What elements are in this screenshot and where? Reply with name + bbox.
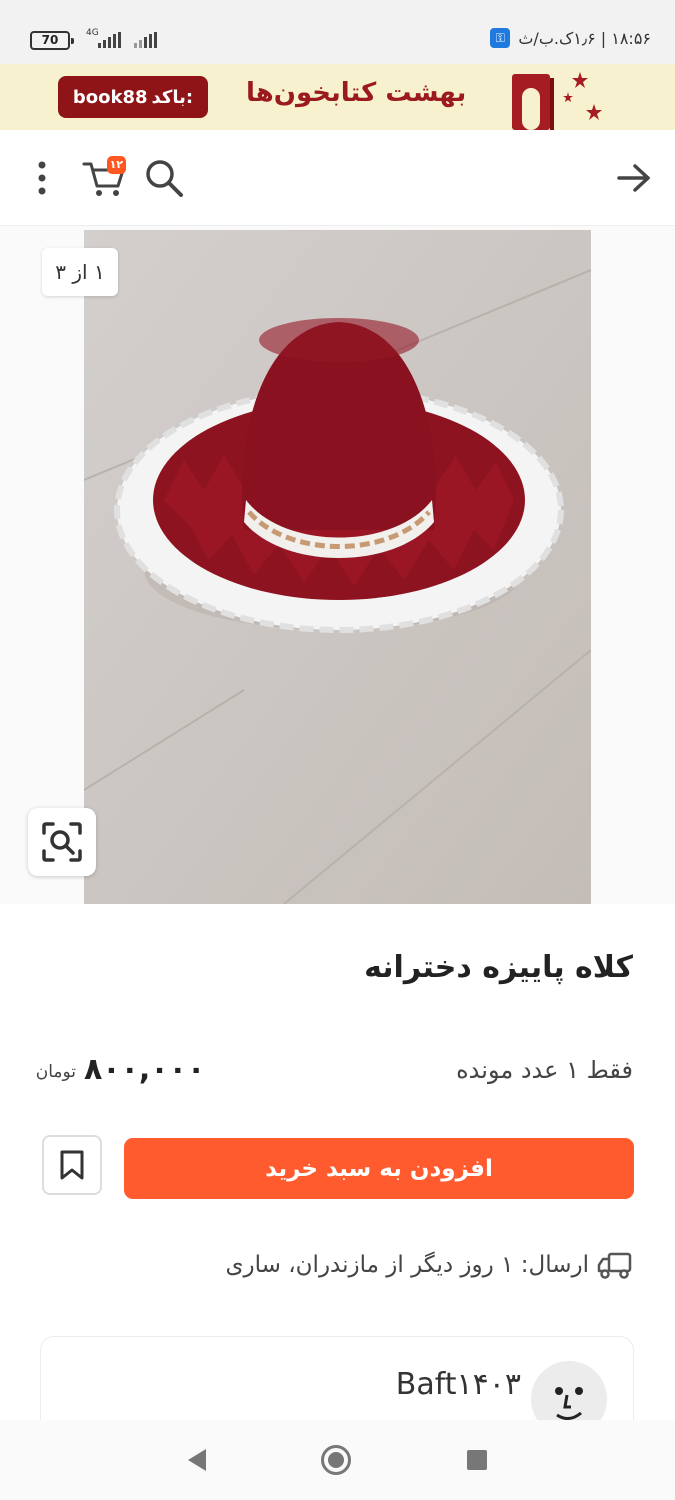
nav-recents-icon[interactable] bbox=[467, 1450, 488, 1470]
product-gallery[interactable]: ۱ از ۳ bbox=[0, 226, 675, 904]
image-counter: ۱ از ۳ bbox=[42, 248, 118, 296]
cart-button[interactable]: ۱۲ bbox=[80, 154, 128, 202]
product-title: کلاه پاییزه دخترانه bbox=[364, 950, 633, 985]
cart-count-badge: ۱۲ bbox=[106, 156, 126, 174]
bookmark-icon bbox=[60, 1150, 84, 1180]
bookmark-button[interactable] bbox=[42, 1135, 102, 1195]
top-app-bar: ۱۲ bbox=[0, 130, 675, 226]
more-options-icon[interactable] bbox=[18, 154, 66, 202]
banner-title: بهشت کتابخون‌ها bbox=[246, 78, 467, 108]
promo-banner[interactable]: book88 باکد: بهشت کتابخون‌ها bbox=[0, 64, 675, 130]
signal-icon bbox=[98, 32, 121, 48]
status-time: ۱۸:۵۶ | ۱٫۶ک.ب/ث ⚿ bbox=[490, 28, 651, 48]
status-bar: 70 4G ۱۸:۵۶ | ۱٫۶ک.ب/ث ⚿ bbox=[0, 0, 675, 64]
system-navigation-bar bbox=[0, 1420, 675, 1500]
shipping-info: ارسال: ۱ روز دیگر از مازندران، ساری bbox=[226, 1250, 633, 1280]
battery-icon: 70 bbox=[30, 31, 74, 50]
product-image[interactable] bbox=[84, 230, 591, 904]
shipping-text: ارسال: ۱ روز دیگر از مازندران، ساری bbox=[225, 1252, 589, 1278]
nav-back-icon[interactable] bbox=[187, 1449, 206, 1471]
add-to-cart-button[interactable]: افزودن به سبد خرید bbox=[124, 1138, 634, 1199]
stock-status: فقط ۱ عدد مونده bbox=[456, 1056, 633, 1084]
network-type: 4G bbox=[86, 28, 99, 38]
back-arrow-icon[interactable] bbox=[610, 154, 658, 202]
search-icon[interactable] bbox=[140, 154, 188, 202]
lens-icon bbox=[42, 822, 82, 862]
seller-name: Baft۱۴۰۳ bbox=[395, 1367, 521, 1402]
signal-icon-2 bbox=[134, 32, 157, 48]
vpn-key-icon: ⚿ bbox=[490, 28, 511, 48]
currency-label: تومان bbox=[35, 1062, 76, 1082]
nav-home-icon[interactable] bbox=[321, 1445, 352, 1475]
discount-code-badge[interactable]: book88 باکد: bbox=[58, 76, 208, 118]
image-search-button[interactable] bbox=[28, 808, 96, 876]
truck-icon bbox=[597, 1252, 632, 1279]
product-price: ۸۰۰,۰۰۰ bbox=[84, 1052, 206, 1087]
bookstore-logo-icon bbox=[512, 72, 602, 130]
